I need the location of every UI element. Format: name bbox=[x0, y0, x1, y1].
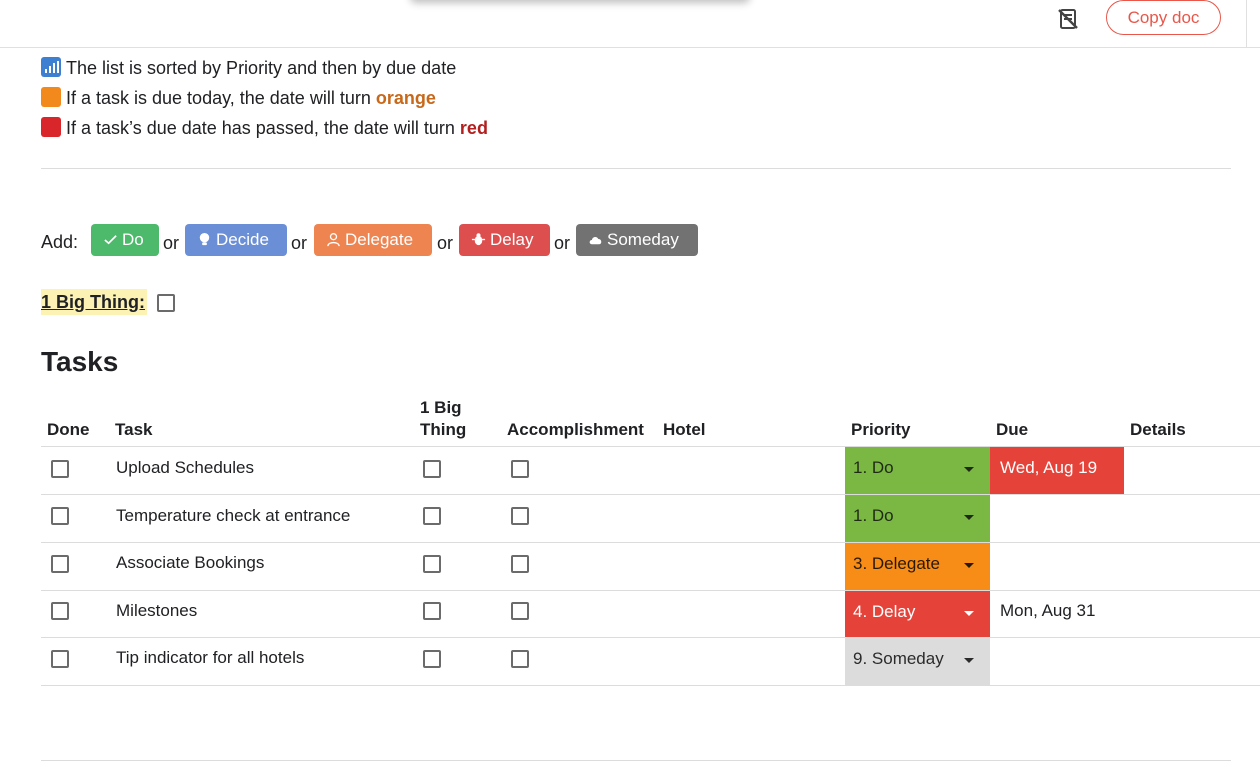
check-icon bbox=[104, 235, 117, 245]
column-header-hotel[interactable]: Hotel bbox=[663, 419, 706, 441]
column-header-due[interactable]: Due bbox=[996, 419, 1028, 441]
priority-value: 3. Delegate bbox=[853, 554, 940, 573]
orange-square-icon bbox=[41, 87, 61, 107]
done-checkbox[interactable] bbox=[51, 650, 69, 668]
due-today-note-text: If a task is due today, the date will tu… bbox=[66, 88, 376, 108]
no-copy-icon[interactable] bbox=[1056, 7, 1080, 31]
task-name[interactable]: Milestones bbox=[116, 600, 197, 622]
bug-icon bbox=[471, 233, 486, 246]
done-checkbox[interactable] bbox=[51, 460, 69, 478]
row-divider bbox=[41, 542, 1260, 543]
copy-doc-button[interactable]: Copy doc bbox=[1106, 0, 1221, 35]
add-someday-button[interactable]: Someday bbox=[576, 224, 698, 256]
column-header-details[interactable]: Details bbox=[1130, 419, 1186, 441]
big-thing-checkbox[interactable] bbox=[423, 650, 441, 668]
add-do-button[interactable]: Do bbox=[91, 224, 159, 256]
add-delegate-button[interactable]: Delegate bbox=[314, 224, 432, 256]
person-icon bbox=[327, 233, 340, 247]
accomplishment-checkbox[interactable] bbox=[511, 460, 529, 478]
chevron-down-icon bbox=[964, 467, 974, 472]
priority-value: 9. Someday bbox=[853, 649, 944, 668]
done-checkbox[interactable] bbox=[51, 507, 69, 525]
task-name[interactable]: Temperature check at entrance bbox=[116, 505, 350, 527]
chevron-down-icon bbox=[964, 563, 974, 568]
divider bbox=[41, 760, 1231, 761]
add-delay-label: Delay bbox=[490, 230, 534, 249]
task-name[interactable]: Associate Bookings bbox=[116, 552, 264, 574]
or-separator: or bbox=[437, 233, 454, 253]
big-thing-checkbox[interactable] bbox=[423, 507, 441, 525]
priority-select[interactable]: 1. Do bbox=[845, 447, 990, 494]
lightbulb-icon bbox=[199, 232, 210, 246]
red-keyword: red bbox=[459, 118, 488, 138]
row-divider bbox=[41, 685, 1260, 686]
due-date-overdue[interactable]: Wed, Aug 19 bbox=[990, 447, 1124, 494]
accomplishment-checkbox[interactable] bbox=[511, 602, 529, 620]
task-name[interactable]: Tip indicator for all hotels bbox=[116, 647, 304, 669]
add-decide-label: Decide bbox=[216, 230, 269, 249]
accomplishment-checkbox[interactable] bbox=[511, 555, 529, 573]
priority-select[interactable]: 4. Delay bbox=[845, 591, 990, 637]
cloud-icon bbox=[589, 236, 602, 245]
priority-select[interactable]: 1. Do bbox=[845, 495, 990, 542]
accomplishment-checkbox[interactable] bbox=[511, 507, 529, 525]
orange-keyword: orange bbox=[375, 88, 436, 108]
sort-note-text: The list is sorted by Priority and then … bbox=[66, 58, 457, 78]
chevron-down-icon bbox=[964, 611, 974, 616]
red-square-icon bbox=[41, 117, 61, 137]
task-name[interactable]: Upload Schedules bbox=[116, 457, 254, 479]
bar-chart-icon bbox=[41, 57, 61, 77]
or-separator: or bbox=[163, 233, 180, 253]
due-today-note: If a task is due today, the date will tu… bbox=[41, 86, 436, 110]
big-thing-checkbox[interactable] bbox=[423, 602, 441, 620]
overdue-note: If a task’s due date has passed, the dat… bbox=[41, 116, 488, 140]
chevron-down-icon bbox=[964, 658, 974, 663]
accomplishment-checkbox[interactable] bbox=[511, 650, 529, 668]
priority-value: 1. Do bbox=[853, 506, 894, 525]
due-date[interactable]: Mon, Aug 31 bbox=[1000, 600, 1095, 622]
toolbar-divider bbox=[1246, 0, 1247, 48]
or-separator: or bbox=[554, 233, 571, 253]
row-divider bbox=[41, 494, 1260, 495]
add-delegate-label: Delegate bbox=[345, 230, 414, 249]
add-do-label: Do bbox=[122, 230, 144, 249]
tasks-heading: Tasks bbox=[41, 346, 119, 377]
priority-select[interactable]: 9. Someday bbox=[845, 638, 990, 685]
column-header-big-thing[interactable]: 1 Big Thing bbox=[420, 397, 466, 441]
priority-value: 1. Do bbox=[853, 458, 894, 477]
column-header-priority[interactable]: Priority bbox=[851, 419, 911, 441]
divider bbox=[41, 168, 1231, 169]
sort-note: The list is sorted by Priority and then … bbox=[41, 56, 456, 80]
big-thing-checkbox[interactable] bbox=[157, 294, 175, 312]
row-divider bbox=[41, 590, 1260, 591]
done-checkbox[interactable] bbox=[51, 555, 69, 573]
priority-value: 4. Delay bbox=[853, 602, 916, 621]
add-decide-button[interactable]: Decide bbox=[185, 224, 287, 256]
chevron-down-icon bbox=[964, 515, 974, 520]
add-label: Add: bbox=[41, 232, 79, 252]
add-delay-button[interactable]: Delay bbox=[459, 224, 550, 256]
row-divider bbox=[41, 637, 1260, 638]
big-thing-checkbox[interactable] bbox=[423, 460, 441, 478]
big-thing-checkbox[interactable] bbox=[423, 555, 441, 573]
column-header-task[interactable]: Task bbox=[115, 419, 153, 441]
or-separator: or bbox=[291, 233, 308, 253]
big-thing-label: 1 Big Thing: bbox=[41, 289, 147, 315]
add-someday-label: Someday bbox=[607, 230, 679, 249]
priority-select[interactable]: 3. Delegate bbox=[845, 543, 990, 590]
column-header-done[interactable]: Done bbox=[47, 419, 90, 441]
column-header-accomplishment[interactable]: Accomplishment bbox=[507, 419, 644, 441]
overdue-note-text: If a task’s due date has passed, the dat… bbox=[66, 118, 460, 138]
column-header-big-thing-line1: 1 Big bbox=[420, 398, 462, 417]
column-header-big-thing-line2: Thing bbox=[420, 420, 467, 439]
done-checkbox[interactable] bbox=[51, 602, 69, 620]
